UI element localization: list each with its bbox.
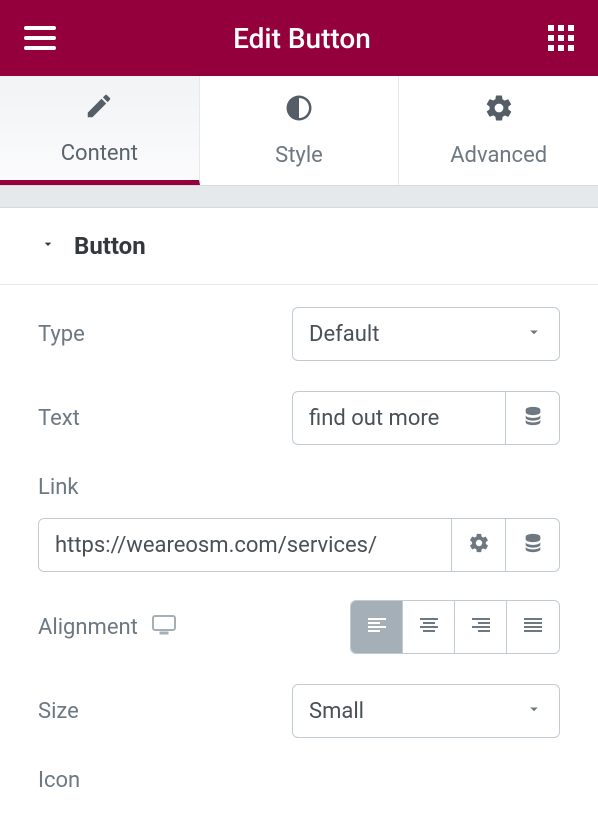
tab-label: Style	[275, 143, 323, 168]
tab-style[interactable]: Style	[200, 76, 400, 185]
type-select[interactable]: Default	[292, 307, 560, 361]
section-title: Button	[74, 232, 146, 260]
caret-down-icon	[40, 236, 56, 256]
align-center-icon	[417, 613, 441, 641]
contrast-icon	[284, 93, 314, 129]
dynamic-tags-button[interactable]	[506, 391, 560, 445]
database-icon	[522, 532, 544, 558]
tab-advanced[interactable]: Advanced	[399, 76, 598, 185]
pencil-icon	[84, 91, 114, 127]
size-value: Small	[309, 699, 364, 724]
size-select[interactable]: Small	[292, 684, 560, 738]
tab-label: Advanced	[450, 143, 547, 168]
gear-icon	[468, 532, 490, 558]
link-label: Link	[38, 475, 560, 500]
align-justify-button[interactable]	[507, 601, 559, 653]
text-input[interactable]	[292, 391, 506, 445]
apps-button[interactable]	[548, 25, 574, 51]
size-label: Size	[38, 699, 79, 724]
caret-down-icon	[525, 322, 543, 347]
page-title: Edit Button	[233, 22, 371, 55]
align-right-button[interactable]	[455, 601, 507, 653]
tab-content[interactable]: Content	[0, 76, 200, 185]
link-input[interactable]	[38, 518, 452, 572]
caret-down-icon	[525, 699, 543, 724]
align-justify-icon	[521, 613, 545, 641]
icon-label: Icon	[38, 768, 80, 793]
section-toggle-button[interactable]: Button	[0, 208, 598, 285]
type-label: Type	[38, 322, 85, 347]
tabs: Content Style Advanced	[0, 76, 598, 186]
link-options-button[interactable]	[452, 518, 506, 572]
menu-button[interactable]	[24, 26, 56, 50]
alignment-label: Alignment	[38, 615, 138, 640]
align-left-button[interactable]	[351, 601, 403, 653]
align-center-button[interactable]	[403, 601, 455, 653]
gear-icon	[484, 93, 514, 129]
align-right-icon	[469, 613, 493, 641]
tab-label: Content	[61, 141, 138, 166]
spacer	[0, 186, 598, 208]
text-label: Text	[38, 406, 80, 431]
type-value: Default	[309, 322, 379, 347]
alignment-group	[350, 600, 560, 654]
align-left-icon	[365, 613, 389, 641]
dynamic-tags-button[interactable]	[506, 518, 560, 572]
database-icon	[522, 405, 544, 431]
desktop-icon[interactable]	[152, 615, 176, 639]
